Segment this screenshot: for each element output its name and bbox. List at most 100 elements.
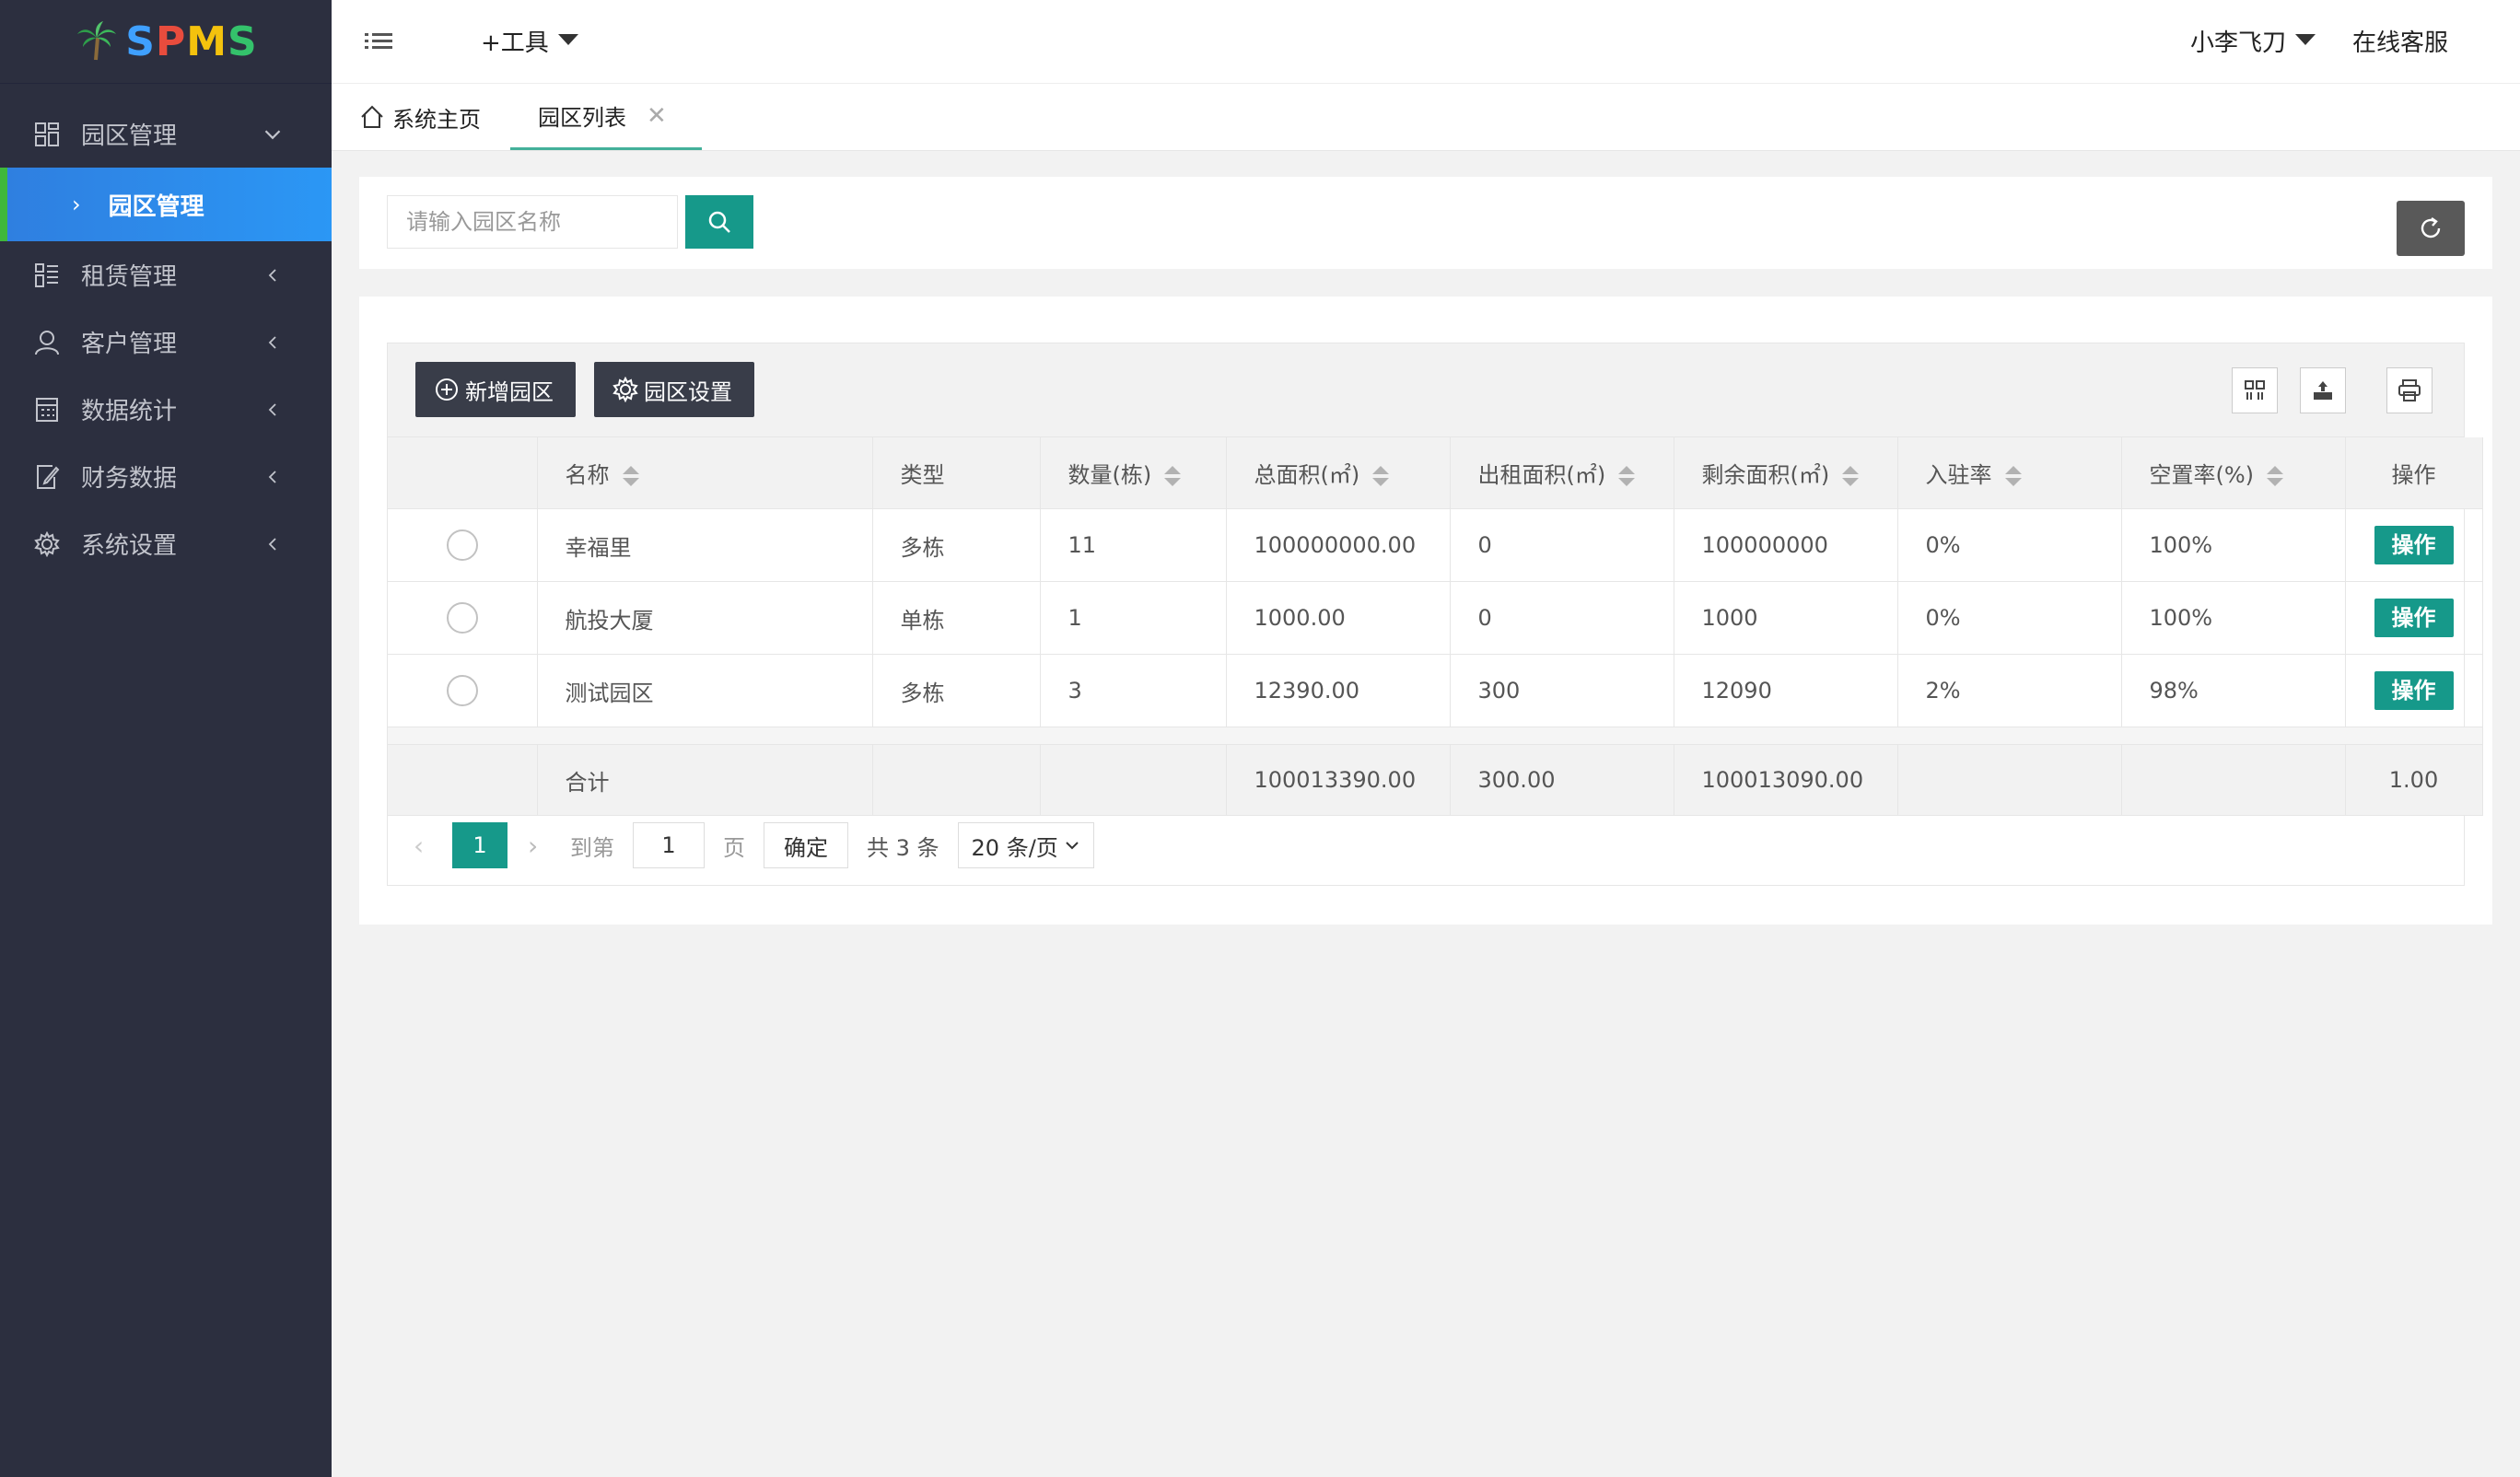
park-name-search-input[interactable]	[387, 195, 678, 249]
column-filter-button[interactable]	[2232, 367, 2278, 413]
header-type: 类型	[872, 437, 1041, 509]
print-button[interactable]	[2386, 367, 2432, 413]
chevron-right-icon: ›	[72, 192, 81, 217]
cell-name: 幸福里	[537, 508, 873, 582]
sidebar-item-customer-management[interactable]: 客户管理	[0, 308, 332, 376]
menu-toggle-icon[interactable]	[365, 28, 396, 55]
row-select[interactable]	[388, 508, 538, 582]
goto-confirm-button[interactable]: 确定	[764, 822, 848, 868]
online-service-link[interactable]: 在线客服	[2352, 24, 2448, 58]
header-label: 入驻率	[1925, 462, 1992, 488]
prev-page-icon[interactable]: ‹	[414, 831, 441, 861]
header-label: 剩余面积(㎡)	[1701, 462, 1830, 488]
cell-total-area: 12390.00	[1226, 654, 1451, 727]
horizontal-scrollbar[interactable]	[388, 727, 2483, 745]
table-row[interactable]: 幸福里 多栋 11 100000000.00 0 100000000 0% 10…	[388, 508, 2483, 582]
next-page-icon[interactable]: ›	[528, 831, 555, 861]
sort-icon[interactable]	[2004, 466, 2022, 486]
chevron-left-icon	[268, 470, 276, 483]
header-count[interactable]: 数量(栋)	[1040, 437, 1227, 509]
user-icon	[33, 329, 61, 356]
table-toolbar: 新增园区 园区设置	[388, 343, 2464, 437]
row-select[interactable]	[388, 654, 538, 727]
sidebar-item-park-management[interactable]: 园区管理	[0, 100, 332, 168]
row-action-button[interactable]: 操作	[2374, 526, 2454, 564]
cell-count: 3	[1040, 654, 1227, 727]
print-icon	[2398, 379, 2421, 401]
table-row[interactable]: 航投大厦 单栋 1 1000.00 0 1000 0% 100% 操作	[388, 581, 2483, 655]
calculator-icon	[33, 396, 61, 424]
sort-icon[interactable]	[1372, 466, 1390, 486]
logo-text: SPMS	[125, 18, 257, 65]
header-vacancy[interactable]: 空置率(%)	[2121, 437, 2346, 509]
radio-button[interactable]	[446, 602, 478, 634]
cell-remaining-area: 12090	[1674, 654, 1898, 727]
tab-park-list-label: 园区列表	[538, 105, 626, 131]
radio-button[interactable]	[446, 675, 478, 706]
tools-label: +工具	[481, 29, 549, 57]
row-action-button[interactable]: 操作	[2374, 599, 2454, 637]
user-menu[interactable]: 小李飞刀	[2190, 24, 2316, 58]
scrollbar-track[interactable]	[388, 727, 2483, 745]
page-size-select[interactable]: 20 条/页	[957, 822, 1094, 868]
sort-icon[interactable]	[1164, 466, 1182, 486]
cell-name: 航投大厦	[537, 581, 873, 655]
header-label: 空置率(%)	[2149, 462, 2255, 488]
cell-remaining-area: 100000000	[1674, 508, 1898, 582]
chevron-down-icon	[1065, 842, 1079, 850]
cell-occupancy: 2%	[1897, 654, 2122, 727]
header-total-area[interactable]: 总面积(㎡)	[1226, 437, 1451, 509]
cell-occupancy: 0%	[1897, 581, 2122, 655]
radio-button[interactable]	[446, 529, 478, 561]
cell-total-area: 100000000.00	[1226, 508, 1451, 582]
refresh-button[interactable]	[2397, 201, 2465, 256]
search-button[interactable]	[685, 195, 753, 249]
sidebar-item-system-settings[interactable]: 系统设置	[0, 510, 332, 577]
chevron-left-icon	[268, 537, 276, 551]
export-icon	[2314, 381, 2332, 400]
header-rented-area[interactable]: 出租面积(㎡)	[1450, 437, 1674, 509]
park-settings-button[interactable]: 园区设置	[594, 362, 754, 417]
sort-icon[interactable]	[1618, 466, 1636, 486]
logo-letter-s2: S	[228, 17, 258, 65]
header-occupancy[interactable]: 入驻率	[1897, 437, 2122, 509]
tab-home[interactable]: 系统主页	[359, 84, 481, 150]
header-name[interactable]: 名称	[537, 437, 873, 509]
logo[interactable]: SPMS	[0, 0, 332, 84]
table-row[interactable]: 测试园区 多栋 3 12390.00 300 12090 2% 98% 操作	[388, 654, 2483, 727]
tab-park-list[interactable]: 园区列表 ✕	[510, 84, 702, 150]
cell-total-area: 1000.00	[1226, 581, 1451, 655]
home-icon	[361, 105, 383, 128]
cell-rented-area: 300	[1450, 654, 1674, 727]
caret-down-icon	[557, 33, 578, 45]
page-unit-label: 页	[723, 834, 745, 861]
sidebar-item-lease-management[interactable]: 租赁管理	[0, 241, 332, 308]
search-card	[359, 177, 2492, 269]
page-size-value: 20 条/页	[971, 834, 1058, 861]
goto-page-input[interactable]	[633, 822, 705, 868]
logo-letter-m: M	[186, 17, 228, 65]
totals-row: 合计 100013390.00 300.00 100013090.00 1.00	[388, 744, 2483, 816]
total-total-area: 100013390.00	[1226, 744, 1451, 816]
edit-document-icon	[33, 463, 61, 491]
total-label: 合计	[537, 744, 873, 816]
sort-icon[interactable]	[2267, 466, 2284, 486]
add-park-button[interactable]: 新增园区	[415, 362, 576, 417]
tools-dropdown[interactable]: +工具	[481, 24, 578, 58]
row-select[interactable]	[388, 581, 538, 655]
export-button[interactable]	[2300, 367, 2346, 413]
sidebar-subitem-park-management[interactable]: › 园区管理	[0, 168, 332, 241]
plus-circle-icon	[436, 378, 458, 401]
sidebar-item-finance-data[interactable]: 财务数据	[0, 443, 332, 510]
close-icon[interactable]: ✕	[647, 102, 667, 130]
row-action-button[interactable]: 操作	[2374, 671, 2454, 710]
sort-icon[interactable]	[1842, 466, 1860, 486]
sidebar-item-data-statistics[interactable]: 数据统计	[0, 376, 332, 443]
header-remaining-area[interactable]: 剩余面积(㎡)	[1674, 437, 1898, 509]
sort-icon[interactable]	[622, 466, 639, 486]
cell-vacancy: 100%	[2121, 581, 2346, 655]
header-select	[388, 437, 538, 509]
current-page-button[interactable]: 1	[452, 822, 508, 868]
cell-remaining-area: 1000	[1674, 581, 1898, 655]
cell-actions: 操作	[2345, 508, 2483, 582]
